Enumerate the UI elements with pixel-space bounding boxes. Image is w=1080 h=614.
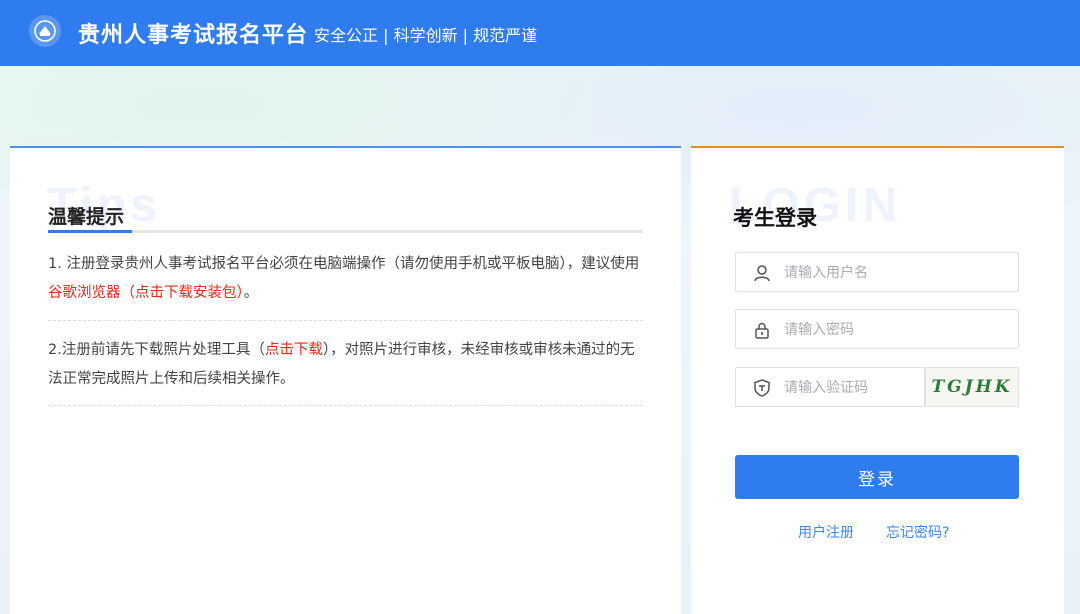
captcha-field (735, 367, 925, 407)
tip-divider (48, 405, 643, 406)
tips-heading-accent (48, 230, 132, 233)
tips-heading: 温馨提示 (48, 206, 125, 228)
photo-tool-download-link[interactable]: 点击下载 (265, 342, 323, 358)
emblem-logo-icon (29, 15, 61, 47)
tip-divider (48, 320, 643, 321)
chrome-download-link[interactable]: 谷歌浏览器（点击下载安装包） (48, 285, 244, 301)
captcha-input[interactable] (784, 377, 916, 399)
site-title: 贵州人事考试报名平台 (78, 23, 309, 48)
login-panel: LOGIN 考生登录 TGJHK 登录 (691, 146, 1064, 614)
tip-1-text: 1. 注册登录贵州人事考试报名平台必须在电脑端操作（请勿使用手机或平板电脑），建… (48, 256, 640, 272)
tip-2-text: 2.注册前请先下载照片处理工具（ (48, 342, 265, 358)
shield-icon (752, 378, 772, 398)
tips-heading-rule (48, 230, 643, 233)
forgot-password-link[interactable]: 忘记密码? (886, 522, 949, 542)
login-button[interactable]: 登录 (735, 455, 1019, 499)
top-header: 贵州人事考试报名平台 安全公正 | 科学创新 | 规范严谨 (0, 0, 1080, 66)
login-heading: 考生登录 (733, 206, 817, 230)
lock-icon (752, 320, 772, 340)
username-field (735, 252, 1019, 292)
register-link[interactable]: 用户注册 (798, 522, 854, 542)
tip-item-1: 1. 注册登录贵州人事考试报名平台必须在电脑端操作（请勿使用手机或平板电脑），建… (48, 250, 643, 308)
site-slogan: 安全公正 | 科学创新 | 规范严谨 (314, 26, 538, 45)
username-input[interactable] (784, 262, 1004, 284)
user-icon (752, 263, 772, 283)
password-field (735, 309, 1019, 349)
tip-item-2: 2.注册前请先下载照片处理工具（点击下载），对照片进行审核，未经审核或审核未通过… (48, 336, 643, 394)
password-input[interactable] (784, 319, 1004, 341)
tips-panel: Tips 温馨提示 1. 注册登录贵州人事考试报名平台必须在电脑端操作（请勿使用… (10, 146, 681, 614)
tip-1-suffix: 。 (243, 285, 259, 301)
captcha-image[interactable]: TGJHK (925, 367, 1019, 407)
